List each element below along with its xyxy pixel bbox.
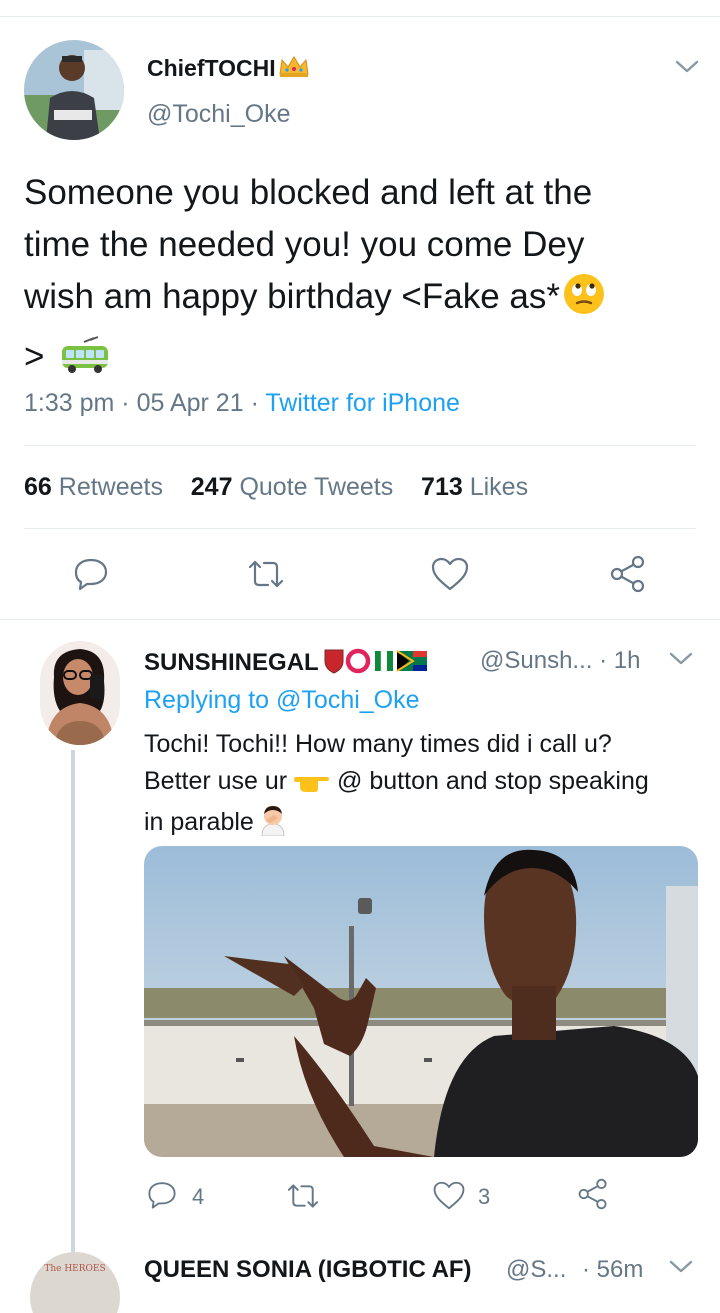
next-reply-author-name[interactable]: QUEEN SONIA (IGBOTIC AF) bbox=[144, 1256, 472, 1284]
separator-dot: · bbox=[121, 389, 130, 417]
reply-time: · 1h bbox=[599, 647, 641, 674]
like-icon[interactable] bbox=[432, 1180, 466, 1216]
tweet-text-line: wish am happy birthday <Fake as* bbox=[24, 271, 714, 331]
author-name-text: ChiefTOCHI bbox=[147, 55, 276, 81]
reply-author-avatar[interactable] bbox=[40, 641, 120, 745]
replying-to-link[interactable]: @Tochi_Oke bbox=[276, 686, 420, 714]
tweet-text-line: Someone you blocked and left at the bbox=[24, 173, 593, 212]
reply-author-handle[interactable]: @Sunsh... bbox=[480, 647, 592, 674]
author-avatar[interactable] bbox=[24, 40, 124, 140]
retweet-icon[interactable] bbox=[285, 1181, 321, 1216]
separator-dot: · bbox=[250, 389, 259, 417]
retweets-stat[interactable]: 66 Retweets bbox=[24, 473, 163, 501]
next-reply-author-avatar[interactable]: The HEROES bbox=[30, 1252, 120, 1313]
author-handle[interactable]: @Tochi_Oke bbox=[147, 100, 291, 129]
likes-stat[interactable]: 713 Likes bbox=[421, 473, 528, 501]
tweet-time: 1:33 pm bbox=[24, 389, 115, 417]
retweets-label: Retweets bbox=[58, 473, 163, 501]
tweet-date: 05 Apr 21 bbox=[136, 389, 244, 417]
reply-icon[interactable] bbox=[146, 1179, 178, 1216]
tweet-stats: 66 Retweets 247 Quote Tweets 713 Likes bbox=[24, 473, 528, 502]
like-icon[interactable] bbox=[430, 556, 470, 597]
chevron-down-icon[interactable] bbox=[668, 1258, 694, 1281]
reply-author-name[interactable]: SUNSHINEGAL bbox=[144, 647, 459, 682]
tweet-text: Someone you blocked and left at the time… bbox=[24, 167, 714, 391]
divider bbox=[24, 528, 696, 529]
author-name[interactable]: ChiefTOCHI bbox=[147, 54, 310, 84]
divider bbox=[24, 445, 696, 446]
retweets-count: 66 bbox=[24, 473, 52, 501]
reply-media-image[interactable] bbox=[144, 846, 698, 1157]
crown-emoji bbox=[278, 54, 310, 84]
reply-text-line: in parable bbox=[144, 804, 714, 847]
share-icon[interactable] bbox=[576, 1178, 610, 1215]
top-divider bbox=[0, 16, 720, 17]
reply-text-line: Tochi! Tochi!! How many times did i call… bbox=[144, 730, 612, 758]
thread-line bbox=[71, 750, 75, 1258]
eyes-roll-emoji bbox=[562, 272, 606, 331]
like-count: 3 bbox=[478, 1184, 491, 1209]
retweet-icon[interactable] bbox=[246, 557, 286, 596]
tweet-meta: 1:33 pm · 05 Apr 21 · Twitter for iPhone bbox=[24, 389, 460, 418]
quotes-stat[interactable]: 247 Quote Tweets bbox=[191, 473, 393, 501]
likes-count: 713 bbox=[421, 473, 463, 501]
quotes-label: Quote Tweets bbox=[239, 473, 394, 501]
tweet-text-fragment: wish am happy birthday <Fake as* bbox=[24, 277, 560, 316]
pointing-hand-emoji bbox=[294, 767, 330, 804]
tweet-text-line: > bbox=[24, 331, 714, 391]
avatar-logo-text: The HEROES bbox=[44, 1264, 106, 1274]
divider bbox=[0, 619, 720, 620]
chevron-down-icon[interactable] bbox=[674, 58, 700, 81]
reply-text: Tochi! Tochi!! How many times did i call… bbox=[144, 726, 714, 847]
tweet-text-fragment: > bbox=[24, 337, 45, 376]
chevron-down-icon[interactable] bbox=[668, 650, 694, 673]
likes-label: Likes bbox=[469, 473, 529, 501]
reply-icon[interactable] bbox=[72, 555, 110, 598]
bus-emoji bbox=[60, 336, 110, 391]
reply-text-fragment: in parable bbox=[144, 808, 254, 836]
replying-prefix: Replying to bbox=[144, 686, 270, 714]
next-reply-author-handle[interactable]: @S... bbox=[506, 1256, 566, 1284]
replying-to: Replying to @Tochi_Oke bbox=[144, 686, 420, 715]
tweet-source-link[interactable]: Twitter for iPhone bbox=[265, 389, 460, 417]
flag-emoji-group bbox=[321, 647, 459, 682]
tweet-text-line: time the needed you! you come Dey bbox=[24, 225, 585, 264]
facepalm-emoji bbox=[256, 804, 290, 847]
reply-text-fragment: Better use ur bbox=[144, 767, 288, 795]
quotes-count: 247 bbox=[190, 473, 233, 501]
reply-count: 4 bbox=[192, 1184, 205, 1209]
reply-meta: @Sunsh... · 1h bbox=[480, 647, 640, 675]
reply-text-fragment: @ button and stop speaking bbox=[337, 767, 649, 795]
next-reply-time: · 56m bbox=[582, 1256, 644, 1283]
share-icon[interactable] bbox=[608, 555, 648, 598]
reply-author-name-text: SUNSHINEGAL bbox=[144, 649, 319, 676]
reply-text-line: Better use ur @ button and stop speaking bbox=[144, 763, 714, 804]
